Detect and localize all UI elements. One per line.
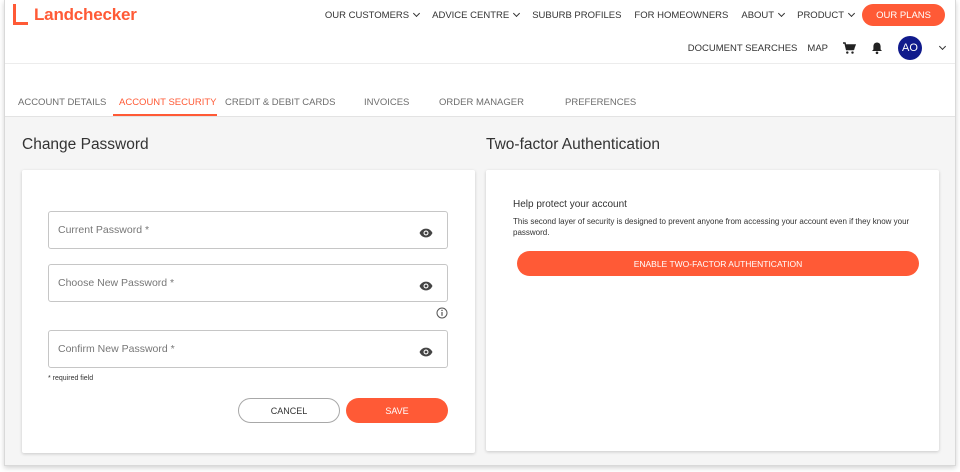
document-searches-link[interactable]: DOCUMENT SEARCHES: [688, 43, 798, 54]
tab-invoices[interactable]: INVOICES: [364, 97, 409, 108]
confirm-password-field[interactable]: Confirm New Password *: [48, 330, 448, 368]
map-link[interactable]: MAP: [807, 43, 828, 54]
nav-label: ADVICE CENTRE: [432, 9, 510, 21]
tab-credit-debit-cards[interactable]: CREDIT & DEBIT CARDS: [225, 97, 336, 108]
nav-label: FOR HOMEOWNERS: [634, 9, 729, 21]
nav-label: PRODUCT: [797, 9, 845, 21]
change-password-title: Change Password: [22, 136, 149, 153]
enable-two-factor-button[interactable]: ENABLE TWO-FACTOR AUTHENTICATION: [517, 251, 919, 276]
eye-icon[interactable]: [419, 278, 433, 291]
two-factor-card: Help protect your account This second la…: [486, 170, 939, 451]
logo-mark-icon: [11, 3, 29, 27]
cart-icon[interactable]: [842, 41, 857, 55]
top-navigation: OUR CUSTOMERS ADVICE CENTRE SUBURB PROFI…: [312, 4, 945, 26]
logo[interactable]: Landchecker: [11, 2, 137, 28]
two-factor-description: This second layer of security is designe…: [513, 217, 910, 237]
active-tab-indicator: [113, 114, 217, 116]
required-field-note: * required field: [48, 375, 94, 382]
new-password-placeholder: Choose New Password *: [58, 277, 175, 289]
change-password-card: Current Password * Choose New Password *: [22, 170, 475, 453]
nav-label: SUBURB PROFILES: [532, 9, 622, 21]
chevron-down-icon: [848, 9, 856, 18]
our-plans-button[interactable]: OUR PLANS: [862, 4, 945, 26]
nav-our-customers[interactable]: OUR CUSTOMERS: [324, 9, 421, 21]
nav-for-homeowners[interactable]: FOR HOMEOWNERS: [634, 10, 728, 21]
confirm-password-placeholder: Confirm New Password *: [58, 343, 175, 355]
main-content: Change Password Two-factor Authenticatio…: [5, 117, 955, 465]
nav-label: ABOUT: [741, 9, 775, 21]
tab-order-manager[interactable]: ORDER MANAGER: [439, 97, 524, 108]
chevron-down-icon: [413, 9, 421, 18]
tab-preferences[interactable]: PREFERENCES: [565, 97, 636, 108]
site-header: Landchecker OUR CUSTOMERS ADVICE CENTRE …: [5, 0, 955, 64]
app-window: Landchecker OUR CUSTOMERS ADVICE CENTRE …: [4, 0, 956, 466]
current-password-placeholder: Current Password *: [58, 224, 150, 236]
two-factor-heading: Help protect your account: [513, 199, 627, 210]
tab-account-details[interactable]: ACCOUNT DETAILS: [18, 97, 106, 108]
current-password-field[interactable]: Current Password *: [48, 211, 448, 249]
chevron-down-icon[interactable]: [938, 42, 947, 51]
bell-icon[interactable]: [870, 41, 884, 55]
cancel-button[interactable]: CANCEL: [238, 398, 340, 423]
user-avatar[interactable]: AO: [898, 36, 922, 60]
nav-advice-centre[interactable]: ADVICE CENTRE: [432, 9, 521, 21]
chevron-down-icon: [513, 9, 521, 18]
nav-label: OUR CUSTOMERS: [324, 9, 410, 21]
tab-account-security[interactable]: ACCOUNT SECURITY: [119, 97, 216, 108]
save-button[interactable]: SAVE: [346, 398, 448, 423]
secondary-navigation: DOCUMENT SEARCHES MAP AO: [678, 36, 947, 60]
eye-icon[interactable]: [419, 344, 433, 357]
account-tabs: ACCOUNT DETAILS ACCOUNT SECURITY CREDIT …: [5, 64, 955, 117]
two-factor-title: Two-factor Authentication: [486, 136, 661, 153]
logo-text: Landchecker: [34, 5, 137, 24]
chevron-down-icon: [778, 9, 786, 18]
nav-about[interactable]: ABOUT: [741, 9, 786, 21]
info-icon[interactable]: [436, 306, 448, 319]
nav-product[interactable]: PRODUCT: [797, 9, 856, 21]
nav-suburb-profiles[interactable]: SUBURB PROFILES: [532, 10, 621, 21]
eye-icon[interactable]: [419, 225, 433, 238]
new-password-field[interactable]: Choose New Password *: [48, 264, 448, 302]
